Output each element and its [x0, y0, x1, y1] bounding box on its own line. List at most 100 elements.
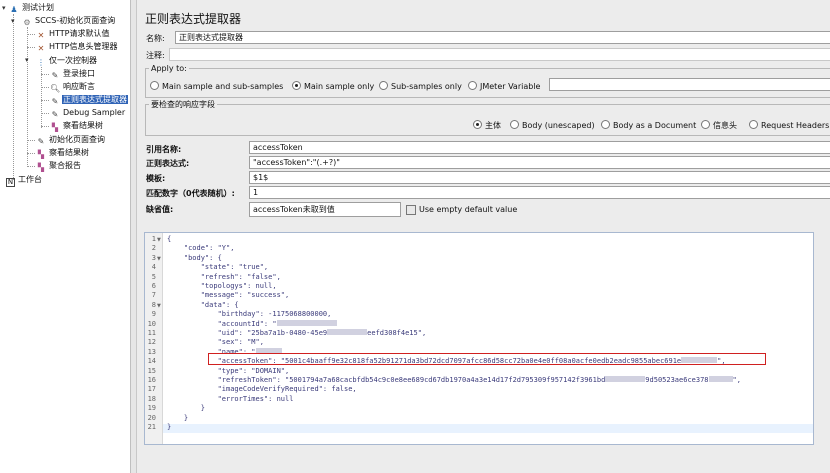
- tree-item-label: 仅一次控制器: [49, 56, 97, 65]
- code-line: }: [167, 414, 188, 423]
- code-text: "type": "DOMAIN",: [167, 366, 290, 375]
- radio-body-as-document[interactable]: Body as a Document: [601, 120, 696, 131]
- redacted-mask: [605, 376, 646, 382]
- current-line-highlight: [145, 424, 813, 434]
- collapse-toggle-icon[interactable]: ▾: [25, 56, 29, 64]
- radio-main-and-sub[interactable]: Main sample and sub-samples: [150, 81, 283, 92]
- radio-sub-only[interactable]: Sub-samples only: [379, 81, 462, 92]
- test-plan-tree[interactable]: ▾ ▾ ▾ ♟ 测试计划 ⚙ SCCS-初始化页面查询 ✕ HTTP请求默认值 ✕ HT…: [0, 0, 131, 473]
- tree-line: [13, 14, 14, 180]
- fold-arrow-icon[interactable]: ▼: [157, 303, 161, 309]
- radio-icon: [749, 120, 758, 129]
- code-text-tail: 9d50523ae6ce378: [645, 376, 709, 384]
- line-number: 7: [151, 291, 156, 300]
- fold-arrow-icon[interactable]: ▼: [157, 256, 161, 262]
- line-number: 1: [151, 235, 156, 243]
- name-label: 名称:: [146, 34, 165, 43]
- line-number: 20: [147, 413, 156, 422]
- tree-item-label: 初始化页面查询: [49, 135, 105, 144]
- tree-item-http-defaults[interactable]: ✕ HTTP请求默认值: [36, 27, 110, 40]
- code-text-end: ",: [732, 376, 741, 384]
- comment-label: 注释:: [146, 51, 165, 60]
- radio-label: Body as a Document: [613, 121, 697, 130]
- line-number: 17: [147, 385, 156, 394]
- reference-name-input[interactable]: accessToken: [249, 141, 830, 154]
- tree-item-label: 察看结果树: [63, 121, 103, 130]
- tree-item-regex-extractor[interactable]: ✎ 正则表达式提取器: [50, 93, 128, 106]
- tree-item-results-tree[interactable]: ▚ 察看结果树: [36, 146, 90, 159]
- tree-item-login[interactable]: ✎ 登录接口: [50, 67, 96, 80]
- tree-item-label: 登录接口: [63, 69, 95, 78]
- tree-item-header-manager[interactable]: ✕ HTTP信息头管理器: [36, 40, 118, 53]
- comment-input[interactable]: [169, 48, 830, 61]
- code-text: "topologys": null,: [167, 282, 277, 290]
- match-number-label: 匹配数字（0代表随机）:: [146, 189, 235, 198]
- redacted-mask: [708, 376, 733, 382]
- line-number-gutter: 1 ▼ 2 3 ▼ 4 5 6 7 8 ▼ 9 10 11 12 13 14 15 16 17 18 19 20 21: [145, 233, 163, 444]
- name-input[interactable]: 正则表达式提取器: [175, 31, 830, 44]
- code-text: "data": {: [167, 300, 239, 309]
- tree-item-label: 测试计划: [22, 3, 54, 12]
- radio-body[interactable]: 主体: [473, 120, 501, 131]
- default-value-input[interactable]: accessToken未取到值: [249, 202, 401, 217]
- redacted-mask: [276, 319, 337, 326]
- code-text: "refresh": "false",: [167, 272, 281, 281]
- tree-line: [41, 113, 49, 114]
- code-line: "sex": "M",: [167, 338, 264, 347]
- radio-body-unescaped[interactable]: Body (unescaped): [510, 120, 595, 131]
- code-text: "refreshToken": "5001794a7a68cacbfdb54c9…: [167, 376, 606, 384]
- code-line: "body": {: [167, 254, 222, 263]
- radio-headers[interactable]: 信息头: [701, 120, 737, 131]
- tree-item-results-tree-inner[interactable]: ▚ 察看结果树: [50, 119, 104, 132]
- line-number: 16: [147, 376, 156, 384]
- line-number: 6: [151, 282, 156, 290]
- radio-label: 主体: [485, 121, 501, 130]
- radio-label: Main sample and sub-samples: [162, 82, 284, 91]
- radio-selected-icon: [473, 120, 482, 129]
- fold-arrow-icon[interactable]: ▼: [157, 237, 161, 243]
- controller-icon: ⋮: [37, 58, 45, 67]
- code-line: "birthday": -1175068800000,: [167, 310, 332, 319]
- tree-item-thread-group[interactable]: ⚙ SCCS-初始化页面查询: [22, 14, 116, 27]
- radio-icon: [468, 81, 477, 90]
- match-number-input[interactable]: 1: [249, 186, 830, 199]
- code-line: "data": {: [167, 301, 239, 310]
- tree-line: [27, 140, 35, 141]
- tree-item-once-controller[interactable]: ⋮ 仅一次控制器: [36, 54, 98, 67]
- code-text: "message": "success",: [167, 291, 290, 300]
- tree-line: [27, 166, 35, 167]
- line-number: 9: [151, 310, 156, 319]
- line-number: 8: [151, 300, 156, 309]
- regex-input[interactable]: "accessToken":"(.+?)": [249, 156, 830, 169]
- radio-main-only[interactable]: Main sample only: [292, 81, 374, 92]
- json-response-editor[interactable]: 1 ▼ 2 3 ▼ 4 5 6 7 8 ▼ 9 10 11 12 13 14 15 16 17 18 19 20 21 { "…: [144, 232, 814, 445]
- line-number: 15: [147, 366, 156, 375]
- tree-item-workbench[interactable]: N 工作台: [6, 173, 43, 187]
- empty-default-checkbox[interactable]: [406, 205, 416, 215]
- tree-line: [27, 47, 35, 48]
- tree-item-label: 响应断言: [63, 82, 95, 91]
- tree-item-label: HTTP信息头管理器: [49, 42, 118, 51]
- jmeter-variable-input[interactable]: [549, 78, 830, 91]
- radio-label: Main sample only: [304, 82, 375, 91]
- code-line: }: [167, 423, 171, 432]
- radio-jmeter-variable[interactable]: JMeter Variable: [468, 81, 540, 92]
- radio-request-headers[interactable]: Request Headers: [749, 120, 829, 131]
- empty-default-label: Use empty default value: [419, 205, 518, 214]
- code-text: "birthday": -1175068800000,: [167, 310, 332, 319]
- tree-item-test-plan[interactable]: ♟ 测试计划: [9, 1, 55, 14]
- tree-line: [41, 87, 49, 88]
- code-line: "code": "Y",: [167, 244, 235, 253]
- tree-line: [27, 34, 35, 35]
- code-line: "imageCodeVerifyRequired": false,: [167, 385, 357, 394]
- code-line: "type": "DOMAIN",: [167, 366, 290, 376]
- line-number: 13: [147, 347, 156, 356]
- listener-icon: ▚: [51, 123, 59, 132]
- tree-item-debug-sampler[interactable]: ✎ Debug Sampler: [50, 106, 126, 119]
- tree-item-aggregate-report[interactable]: ▚ 聚合报告: [36, 159, 82, 172]
- template-input[interactable]: $1$: [249, 171, 830, 184]
- tree-item-assertion[interactable]: 🔍︎ 响应断言: [50, 80, 96, 93]
- collapse-toggle-icon[interactable]: ▾: [2, 4, 6, 12]
- collapse-toggle-icon[interactable]: ▾: [11, 17, 15, 25]
- tree-item-init-query[interactable]: ✎ 初始化页面查询: [36, 133, 106, 146]
